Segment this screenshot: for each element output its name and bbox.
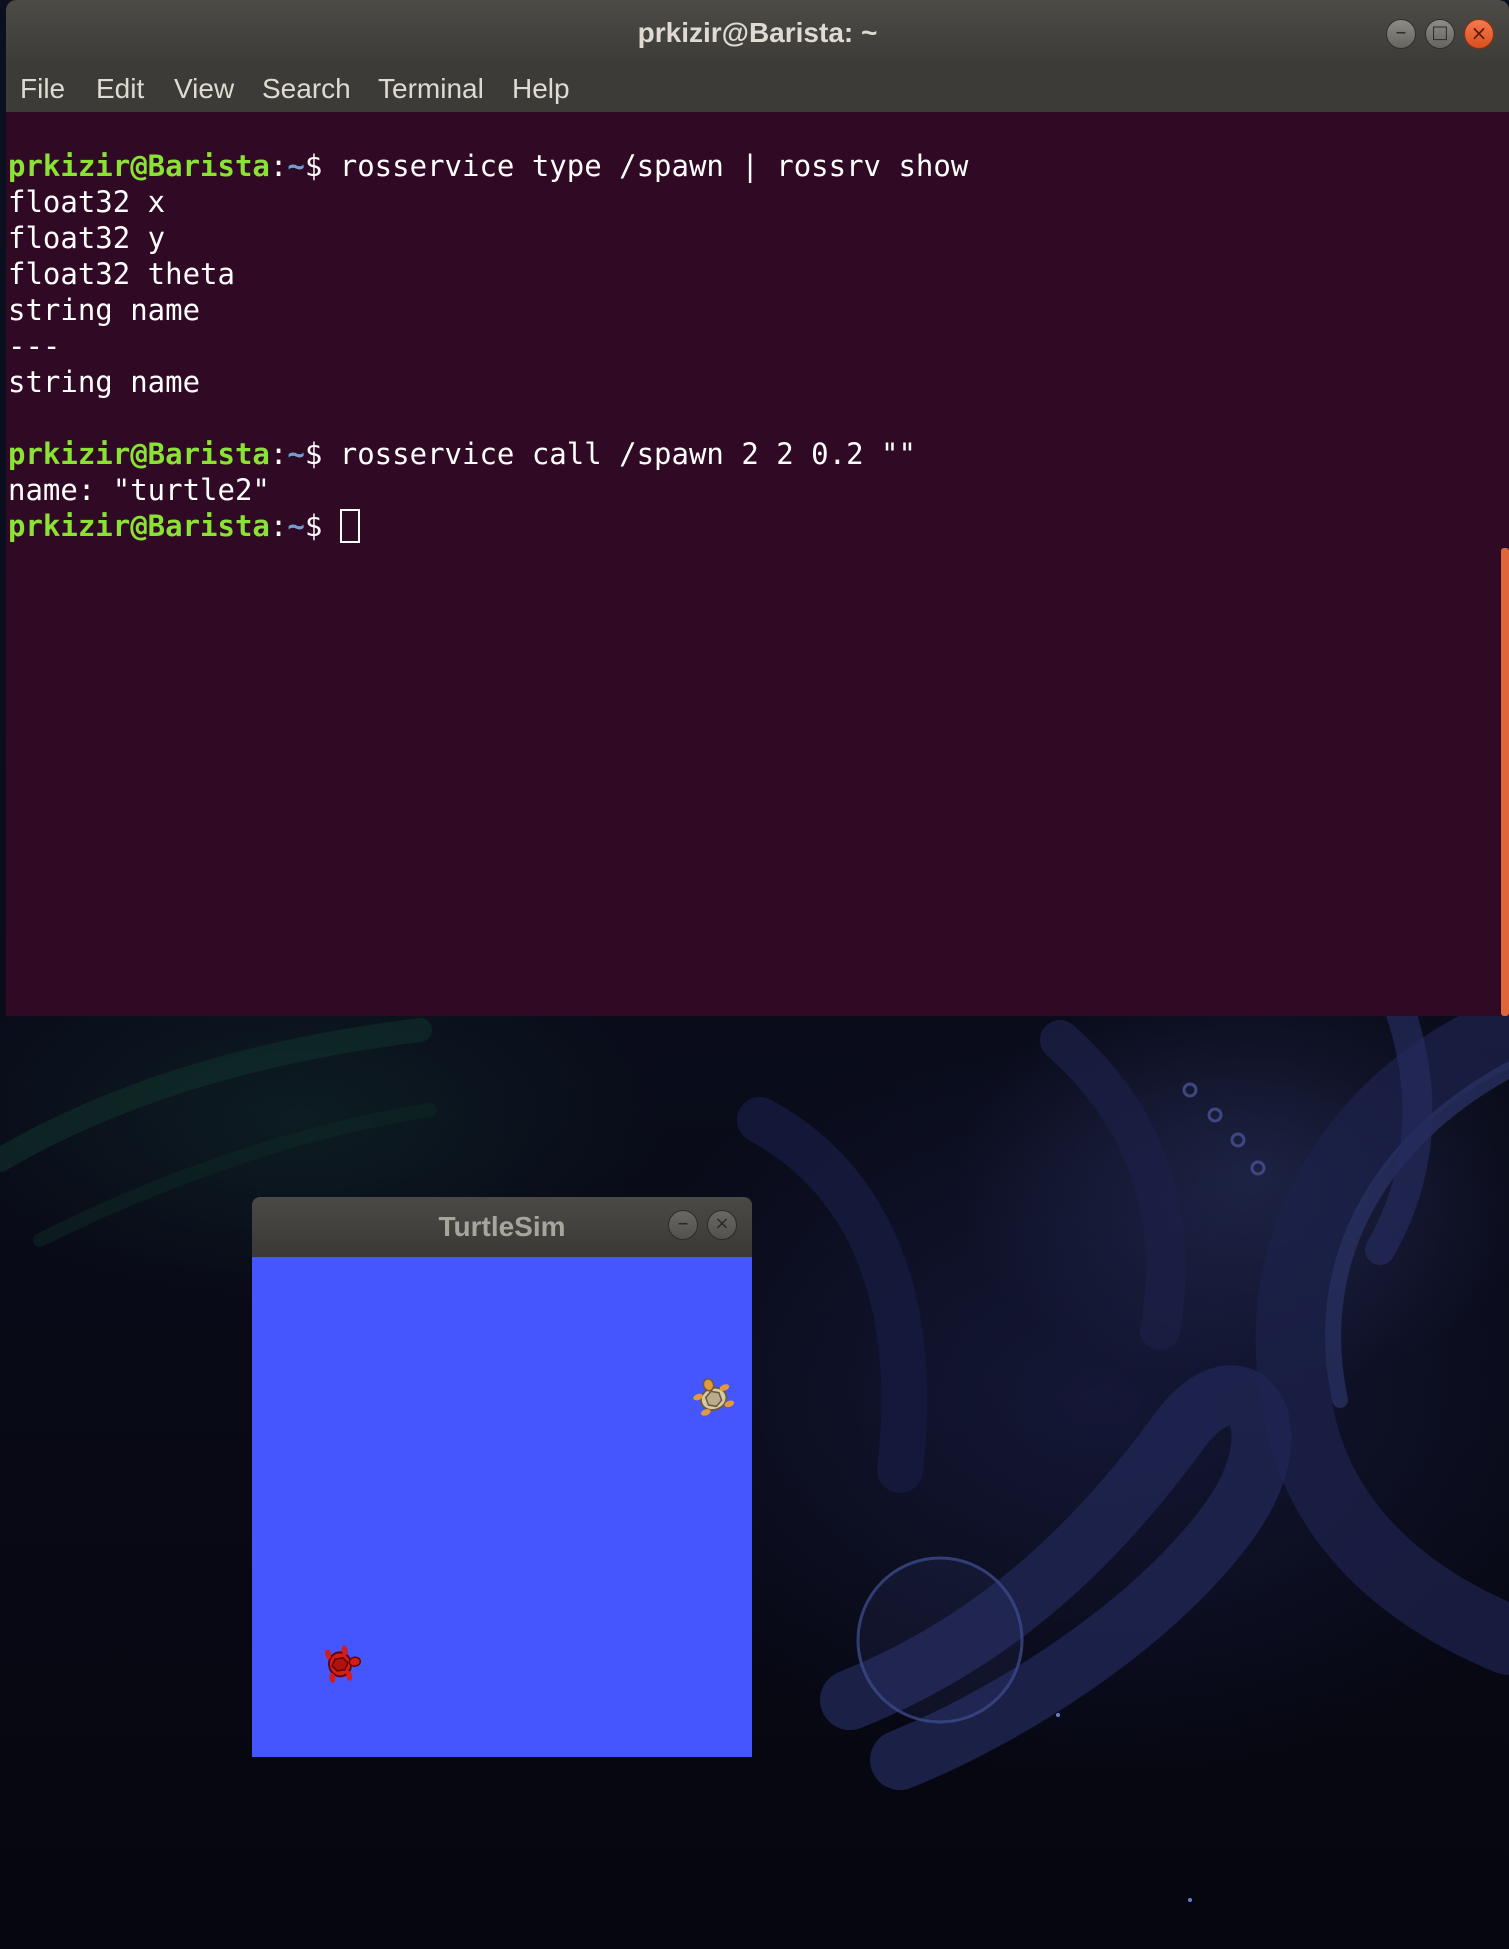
output-line: float32 theta — [8, 257, 235, 291]
output-line: --- — [8, 329, 61, 363]
terminal-output[interactable]: prkizir@Barista:~$ rosservice type /spaw… — [6, 112, 1501, 1016]
menu-search[interactable]: Search — [256, 70, 357, 108]
menu-help[interactable]: Help — [506, 70, 576, 108]
close-button[interactable]: × — [707, 1210, 737, 1240]
prompt-path: ~ — [287, 437, 305, 471]
terminal-titlebar[interactable]: prkizir@Barista: ~ – □ × — [6, 0, 1509, 66]
prompt-symbol: $ — [304, 509, 340, 543]
prompt-path: ~ — [287, 149, 305, 183]
minimize-button[interactable]: – — [1386, 19, 1416, 49]
turtlesim-canvas — [252, 1257, 752, 1757]
prompt-symbol: $ — [304, 437, 340, 471]
terminal-command-line: prkizir@Barista:~$ rosservice type /spaw… — [8, 148, 968, 184]
menu-view[interactable]: View — [168, 70, 240, 108]
output-line: name: "turtle2" — [8, 473, 270, 507]
menubar: File Edit View Search Terminal Help — [6, 66, 1509, 113]
prompt-user-host: prkizir@Barista — [8, 509, 270, 543]
command-text: rosservice type /spawn | rossrv show — [339, 149, 969, 183]
menu-terminal[interactable]: Terminal — [372, 70, 490, 108]
text-cursor — [339, 509, 360, 543]
output-line: float32 y — [8, 221, 166, 255]
close-button[interactable]: × — [1464, 19, 1494, 49]
output-line: string name — [8, 365, 201, 399]
prompt-separator: : — [269, 437, 288, 471]
prompt-user-host: prkizir@Barista — [8, 149, 270, 183]
terminal-command-line: prkizir@Barista:~$ rosservice call /spaw… — [8, 436, 916, 472]
scrollbar-thumb[interactable] — [1501, 548, 1509, 1016]
menu-edit[interactable]: Edit — [90, 70, 150, 108]
prompt-user-host: prkizir@Barista — [8, 437, 270, 471]
terminal-title: prkizir@Barista: ~ — [637, 17, 878, 48]
prompt-path: ~ — [287, 509, 305, 543]
turtle1-icon — [693, 1378, 735, 1416]
prompt-symbol: $ — [304, 149, 340, 183]
terminal-prompt-line[interactable]: prkizir@Barista:~$ — [8, 508, 360, 544]
maximize-button[interactable]: □ — [1425, 19, 1455, 49]
turtlesim-window[interactable]: TurtleSim – × — [252, 1197, 752, 1757]
command-text: rosservice call /spawn 2 2 0.2 "" — [339, 437, 916, 471]
turtle2-icon — [325, 1645, 362, 1683]
prompt-separator: : — [269, 149, 288, 183]
turtlesim-titlebar[interactable]: TurtleSim – × — [252, 1197, 752, 1257]
menu-file[interactable]: File — [14, 70, 71, 108]
minimize-button[interactable]: – — [668, 1210, 698, 1240]
prompt-separator: : — [269, 509, 288, 543]
output-line: float32 x — [8, 185, 166, 219]
terminal-window[interactable]: prkizir@Barista: ~ – □ × File Edit View … — [6, 0, 1509, 1016]
output-line: string name — [8, 293, 201, 327]
